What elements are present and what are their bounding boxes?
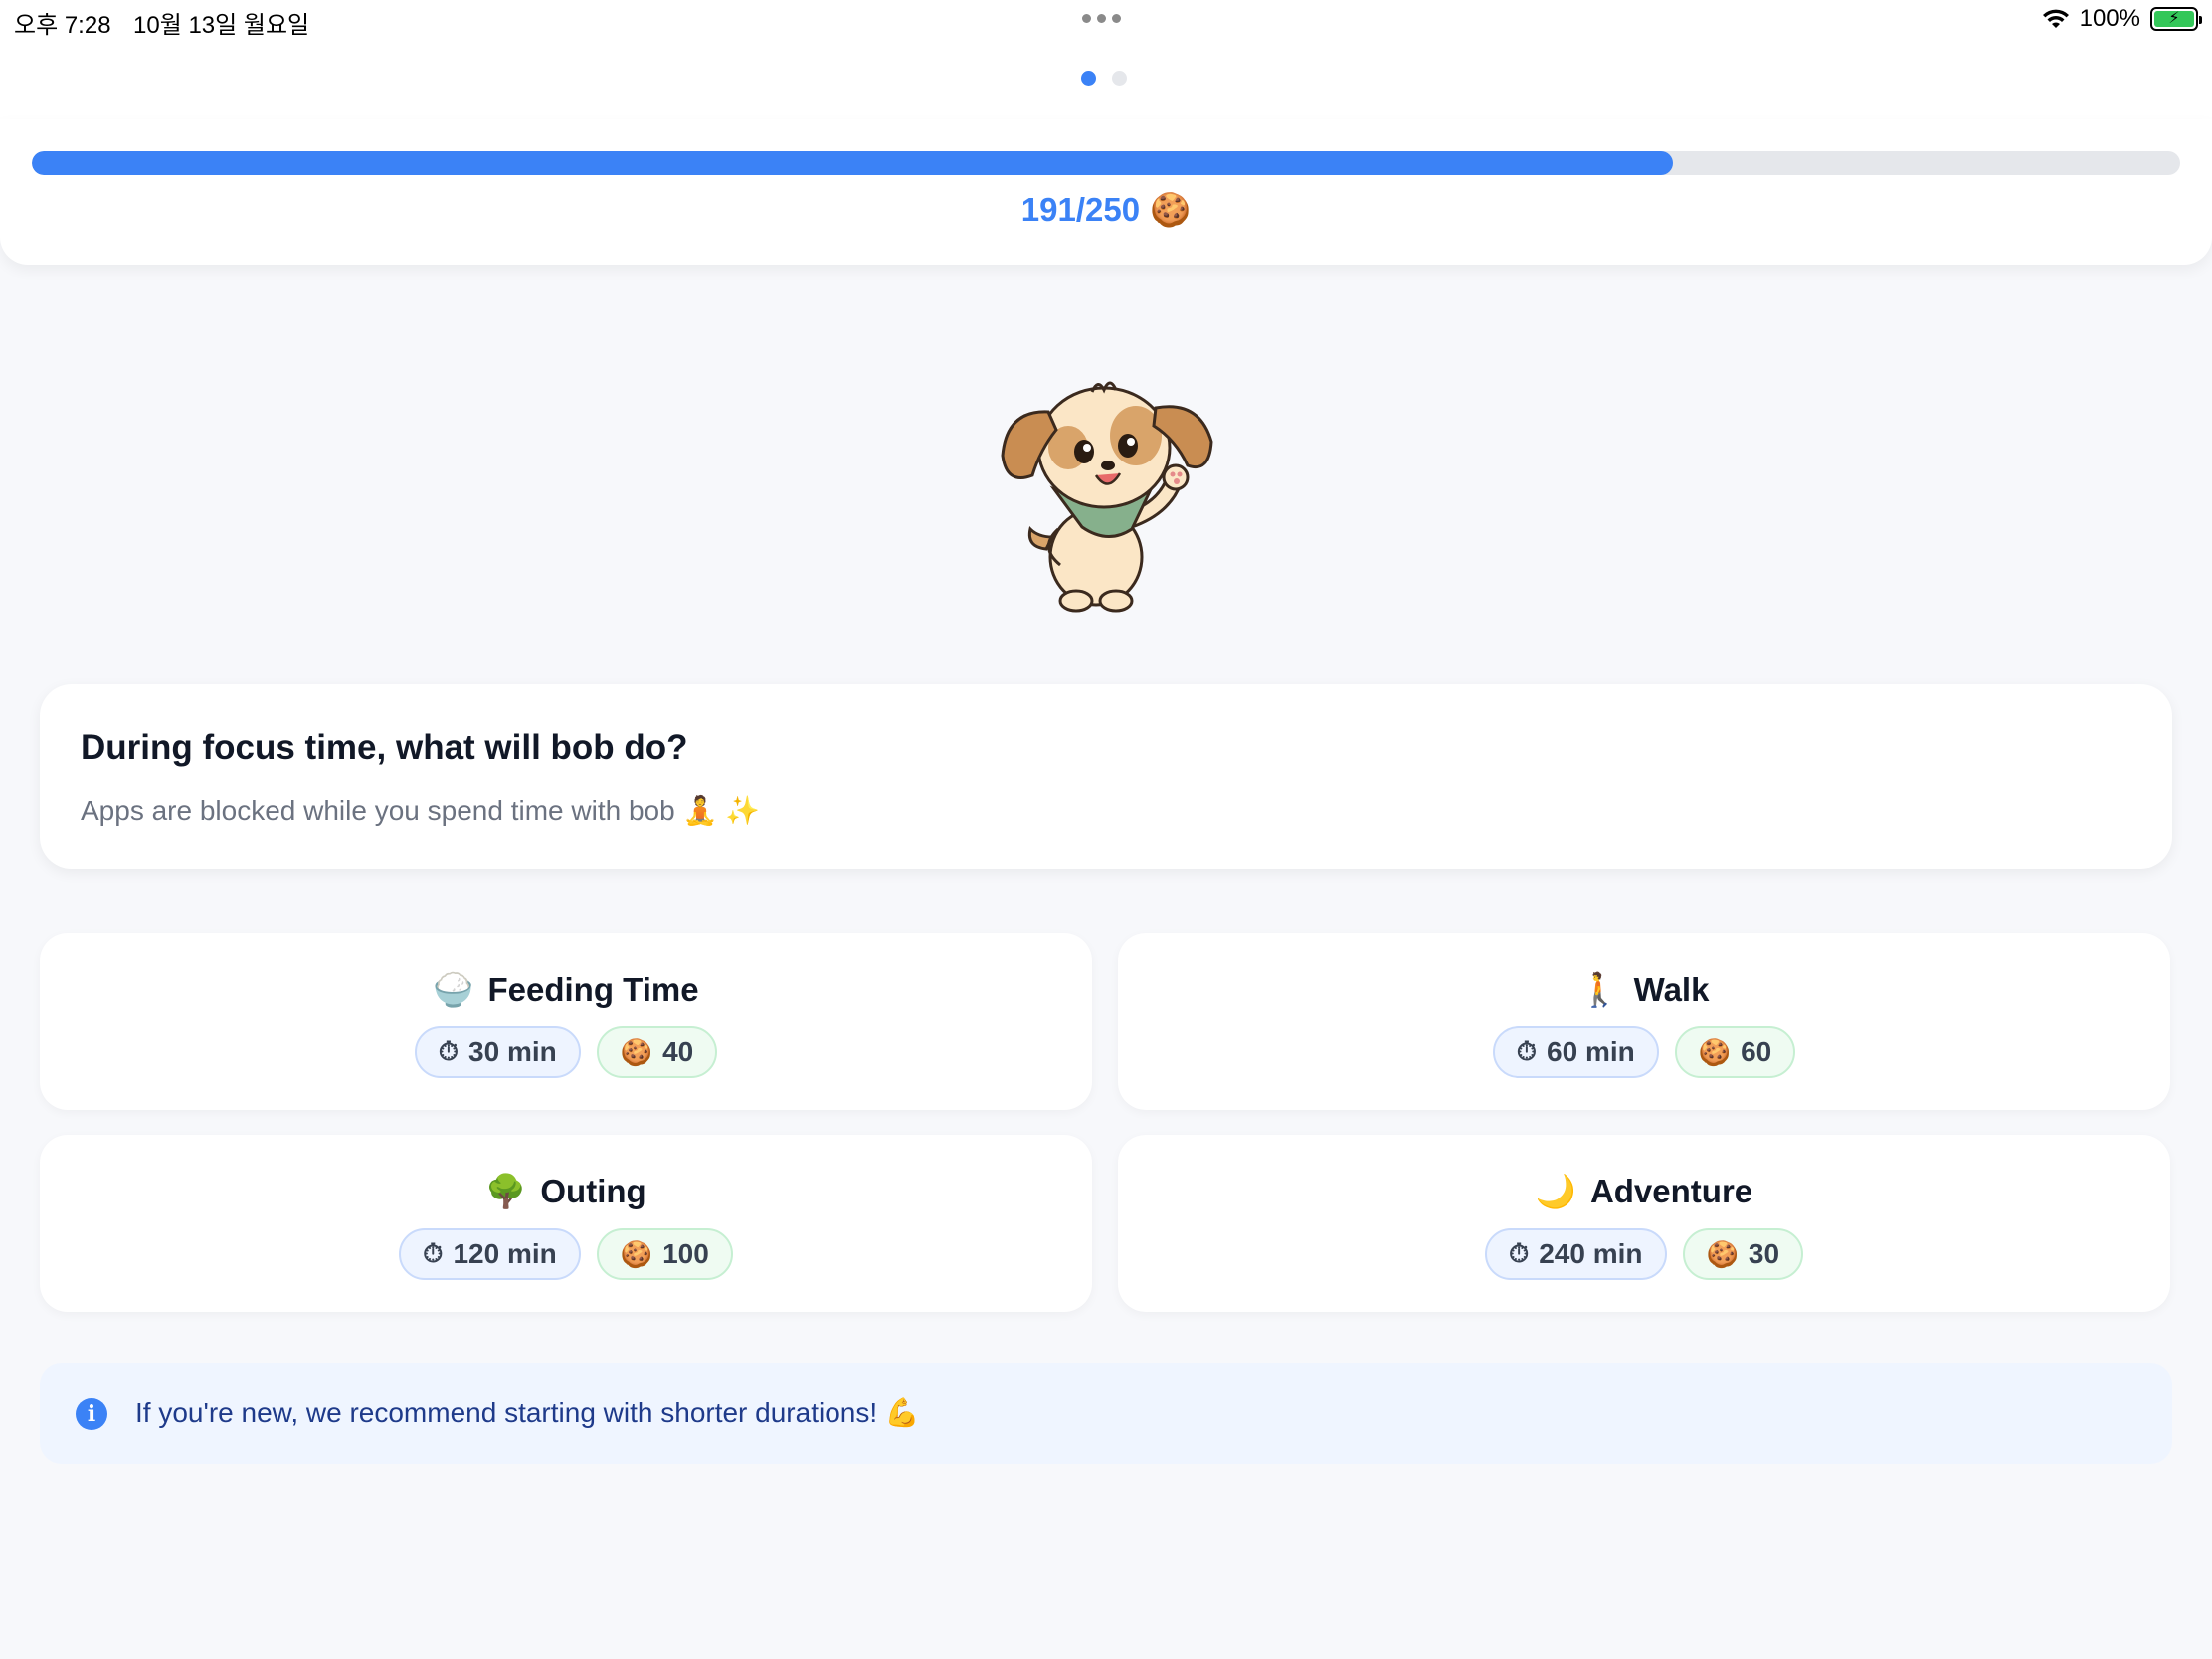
walking-person-icon: 🚶: [1578, 971, 1620, 1008]
activity-name: Feeding Time: [487, 971, 699, 1008]
progress-label: 191/250 🍪: [0, 191, 2212, 230]
activity-chips: ⏱ 240 min 🍪 30: [1118, 1228, 2170, 1280]
activity-title: 🚶 Walk: [1118, 971, 2170, 1010]
cookie-icon: 🍪: [1150, 191, 1192, 228]
activity-card-outing[interactable]: 🌳 Outing ⏱ 120 min 🍪 100: [40, 1135, 1092, 1312]
focus-pet-screen: 오후 7:28 10월 13일 월요일 100% ⚡ 191/250 🍪 Dur…: [0, 0, 2212, 1659]
progress-bar-fill: [32, 151, 1674, 175]
activity-card-walk[interactable]: 🚶 Walk ⏱ 60 min 🍪 60: [1118, 933, 2170, 1110]
status-time: 오후 7:28: [14, 12, 111, 39]
battery-charging-icon: ⚡: [2150, 7, 2202, 31]
info-icon: i: [76, 1398, 107, 1430]
status-bar: 오후 7:28 10월 13일 월요일 100% ⚡: [0, 0, 2212, 40]
activity-title: 🌳 Outing: [40, 1173, 1092, 1211]
progress-bar: [32, 151, 2180, 175]
reward-chip: 🍪 100: [596, 1228, 733, 1280]
rice-bowl-icon: 🍚: [433, 971, 474, 1008]
stopwatch-icon: ⏱: [1516, 1036, 1538, 1066]
cookie-icon: 🍪: [620, 1238, 653, 1269]
wifi-icon: [2042, 9, 2069, 28]
reward-value: 40: [662, 1036, 694, 1067]
stopwatch-icon: ⏱: [1508, 1238, 1530, 1268]
status-date: 10월 13일 월요일: [133, 12, 310, 39]
reward-chip: 🍪 60: [1674, 1026, 1796, 1078]
duration-value: 240 min: [1539, 1238, 1643, 1269]
reward-chip: 🍪 30: [1682, 1228, 1804, 1280]
prompt-subtitle: Apps are blocked while you spend time wi…: [81, 795, 760, 826]
cookie-progress-card: 191/250 🍪: [0, 119, 2212, 265]
page-dot[interactable]: [1112, 71, 1127, 86]
info-text: If you're new, we recommend starting wit…: [135, 1397, 920, 1428]
activity-name: Outing: [540, 1173, 646, 1209]
duration-value: 120 min: [453, 1238, 557, 1269]
tree-icon: 🌳: [485, 1173, 527, 1209]
reward-chip: 🍪 40: [596, 1026, 718, 1078]
cookie-icon: 🍪: [1698, 1036, 1732, 1067]
cookie-icon: 🍪: [620, 1036, 653, 1067]
reward-value: 30: [1748, 1238, 1780, 1269]
crescent-moon-icon: 🌙: [1535, 1173, 1576, 1209]
duration-chip: ⏱ 30 min: [414, 1026, 581, 1078]
activity-name: Adventure: [1589, 1173, 1753, 1209]
battery-percent: 100%: [2079, 5, 2140, 32]
activity-title: 🌙 Adventure: [1118, 1173, 2170, 1211]
page-dot-active[interactable]: [1081, 71, 1096, 86]
reward-value: 60: [1741, 1036, 1772, 1067]
puppy-mascot[interactable]: [997, 370, 1225, 619]
activity-name: Walk: [1633, 971, 1710, 1008]
status-right: 100% ⚡: [2042, 5, 2202, 33]
duration-chip: ⏱ 60 min: [1492, 1026, 1659, 1078]
stopwatch-icon: ⏱: [438, 1036, 460, 1066]
focus-prompt-card: During focus time, what will bob do? App…: [40, 684, 2172, 869]
activity-chips: ⏱ 30 min 🍪 40: [40, 1026, 1092, 1078]
activity-chips: ⏱ 60 min 🍪 60: [1118, 1026, 2170, 1078]
reward-value: 100: [662, 1238, 709, 1269]
activity-chips: ⏱ 120 min 🍪 100: [40, 1228, 1092, 1280]
duration-value: 30 min: [468, 1036, 557, 1067]
activity-title: 🍚 Feeding Time: [40, 971, 1092, 1010]
multitasking-dots-icon[interactable]: [1082, 14, 1121, 23]
duration-value: 60 min: [1547, 1036, 1635, 1067]
stopwatch-icon: ⏱: [423, 1238, 444, 1268]
page-indicator[interactable]: [1081, 71, 1127, 86]
progress-value: 191/250: [1020, 191, 1141, 228]
cookie-icon: 🍪: [1706, 1238, 1739, 1269]
duration-chip: ⏱ 240 min: [1484, 1228, 1667, 1280]
info-banner: i If you're new, we recommend starting w…: [40, 1363, 2172, 1464]
duration-chip: ⏱ 120 min: [399, 1228, 581, 1280]
prompt-title: During focus time, what will bob do?: [81, 728, 688, 767]
activity-card-adventure[interactable]: 🌙 Adventure ⏱ 240 min 🍪 30: [1118, 1135, 2170, 1312]
activity-card-feeding-time[interactable]: 🍚 Feeding Time ⏱ 30 min 🍪 40: [40, 933, 1092, 1110]
